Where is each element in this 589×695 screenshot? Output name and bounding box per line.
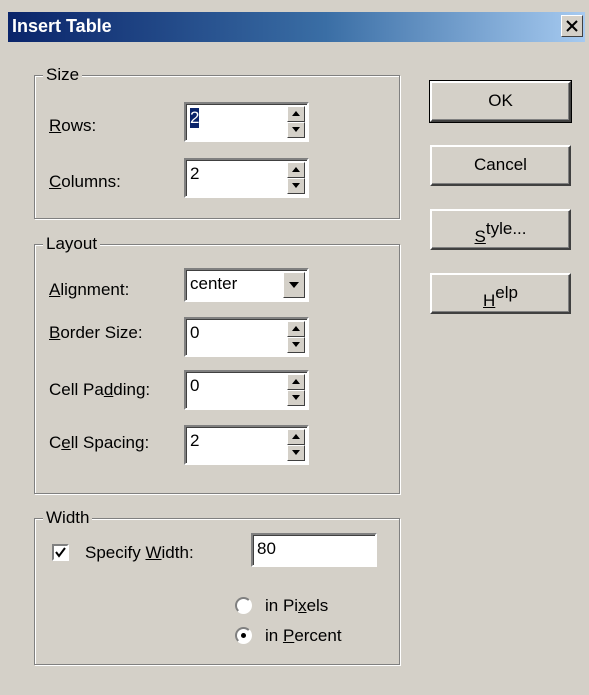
title-bar[interactable]: Insert Table <box>8 12 585 42</box>
columns-value: 2 <box>190 164 200 183</box>
cell-spacing-value: 2 <box>190 431 200 450</box>
rows-spin-down[interactable] <box>287 122 305 138</box>
padding-spin-up[interactable] <box>287 374 305 390</box>
arrow-up-icon <box>292 326 300 331</box>
cell-spacing-label: Cell Spacing: <box>49 433 150 452</box>
style-button-label: Style... <box>474 219 527 246</box>
border-spin-down[interactable] <box>287 337 305 353</box>
width-group: Width Specify Width: 80 in Pixels in Per… <box>34 508 400 665</box>
border-spin-up[interactable] <box>287 321 305 337</box>
in-pixels-label: in Pixels <box>265 596 329 615</box>
ok-button-label: OK <box>488 91 513 110</box>
in-percent-label: in Percent <box>265 626 342 645</box>
radio-selected-dot <box>241 633 246 638</box>
cancel-button-label: Cancel <box>474 155 527 174</box>
columns-label: Columns: <box>49 172 121 191</box>
arrow-up-icon <box>292 434 300 439</box>
padding-spin-down[interactable] <box>287 390 305 406</box>
chevron-down-icon <box>289 282 299 288</box>
ok-button[interactable]: OK <box>429 80 572 123</box>
style-button[interactable]: Style... <box>430 209 571 250</box>
insert-table-dialog: Insert Table Size Rows: 2 Columns: 2 Lay… <box>0 0 589 695</box>
checkmark-icon <box>55 547 66 558</box>
cell-padding-input[interactable]: 0 <box>184 370 309 410</box>
arrow-up-icon <box>292 379 300 384</box>
spacing-spin-up[interactable] <box>287 429 305 445</box>
width-legend: Width <box>43 508 93 528</box>
rows-label: Rows: <box>49 116 97 135</box>
layout-group: Layout Alignment: center Border Size: 0 … <box>34 234 400 494</box>
alignment-value: center <box>190 274 238 293</box>
window-title: Insert Table <box>12 16 112 36</box>
arrow-down-icon <box>292 342 300 347</box>
close-button[interactable] <box>561 15 583 37</box>
arrow-down-icon <box>292 127 300 132</box>
cell-spacing-input[interactable]: 2 <box>184 425 309 465</box>
cell-padding-value: 0 <box>190 376 200 395</box>
help-button[interactable]: Help <box>430 273 571 314</box>
arrow-down-icon <box>292 183 300 188</box>
cancel-button[interactable]: Cancel <box>430 145 571 186</box>
layout-legend: Layout <box>43 234 101 254</box>
width-value: 80 <box>257 539 276 558</box>
columns-input[interactable]: 2 <box>184 158 309 198</box>
arrow-up-icon <box>292 111 300 116</box>
in-percent-radio[interactable] <box>235 627 252 644</box>
columns-spin-down[interactable] <box>287 178 305 194</box>
help-button-label: Help <box>483 283 518 310</box>
arrow-down-icon <box>292 395 300 400</box>
rows-spin-up[interactable] <box>287 106 305 122</box>
width-value-input[interactable]: 80 <box>251 533 377 567</box>
columns-spin-up[interactable] <box>287 162 305 178</box>
alignment-label: Alignment: <box>49 280 130 299</box>
close-icon <box>566 20 578 32</box>
size-legend: Size <box>43 65 83 85</box>
rows-input[interactable]: 2 <box>184 102 309 142</box>
cell-padding-label: Cell Padding: <box>49 380 151 399</box>
spacing-spin-down[interactable] <box>287 445 305 461</box>
arrow-down-icon <box>292 450 300 455</box>
arrow-up-icon <box>292 167 300 172</box>
border-size-input[interactable]: 0 <box>184 317 309 357</box>
border-size-label: Border Size: <box>49 323 143 342</box>
rows-value: 2 <box>190 108 200 128</box>
specify-width-label: Specify Width: <box>85 543 194 562</box>
in-pixels-radio[interactable] <box>235 597 252 614</box>
alignment-dropdown-button[interactable] <box>283 272 305 298</box>
size-group: Size Rows: 2 Columns: 2 <box>34 65 400 219</box>
border-size-value: 0 <box>190 323 200 342</box>
alignment-select[interactable]: center <box>184 268 309 302</box>
specify-width-checkbox[interactable] <box>52 544 69 561</box>
